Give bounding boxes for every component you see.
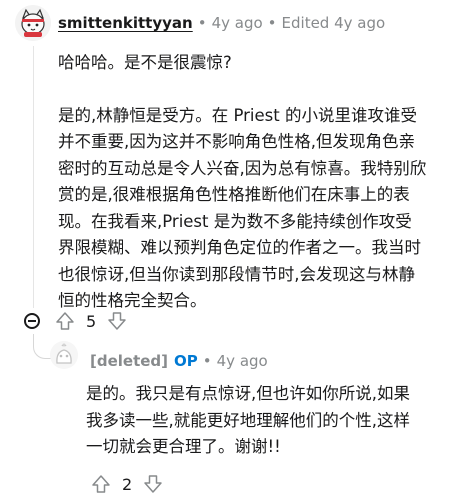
- reply-timestamp[interactable]: 4y ago: [217, 352, 268, 370]
- comment-paragraph: 是的,林静恒是受方。在 Priest 的小说里谁攻谁受并不重要,因为这并不影响角…: [58, 105, 427, 311]
- reply-score: 2: [122, 474, 133, 494]
- comment-score: 5: [86, 311, 97, 331]
- comment-paragraph: 哈哈哈。是不是很震惊?: [58, 53, 232, 72]
- cat-avatar-icon[interactable]: [15, 5, 51, 41]
- separator-dot: •: [202, 352, 212, 370]
- comment-body: 哈哈哈。是不是很震惊? 是的,林静恒是受方。在 Priest 的小说里谁攻谁受并…: [58, 50, 428, 315]
- reply-paragraph: 是的。我只是有点惊讶,但也许如你所说,如果我多读一些,就能更好地理解他们的个性,…: [86, 384, 410, 456]
- comment-actions: 5: [24, 310, 128, 332]
- separator-dot: •: [267, 14, 277, 32]
- separator-dot: •: [197, 14, 207, 32]
- collapse-thread-icon[interactable]: [24, 313, 40, 329]
- reply-meta: [deleted] OP • 4y ago: [90, 352, 268, 370]
- upvote-arrow-icon[interactable]: [54, 310, 76, 332]
- deleted-user-avatar-icon: [50, 341, 78, 369]
- downvote-arrow-icon[interactable]: [142, 473, 164, 495]
- thread-line[interactable]: [33, 46, 34, 308]
- downvote-arrow-icon[interactable]: [106, 310, 128, 332]
- upvote-arrow-icon[interactable]: [90, 473, 112, 495]
- comment-edited-label: Edited 4y ago: [281, 14, 386, 32]
- reply-username: [deleted]: [90, 352, 169, 370]
- op-badge: OP: [174, 352, 198, 370]
- reply-body: 是的。我只是有点惊讶,但也许如你所说,如果我多读一些,就能更好地理解他们的个性,…: [86, 381, 416, 461]
- comment-username[interactable]: smittenkittyyan: [58, 14, 193, 32]
- reply-actions: 2: [90, 473, 164, 495]
- comment-meta: smittenkittyyan • 4y ago • Edited 4y ago: [58, 14, 385, 32]
- comment-timestamp[interactable]: 4y ago: [212, 14, 263, 32]
- comment-thread: smittenkittyyan • 4y ago • Edited 4y ago…: [0, 0, 453, 500]
